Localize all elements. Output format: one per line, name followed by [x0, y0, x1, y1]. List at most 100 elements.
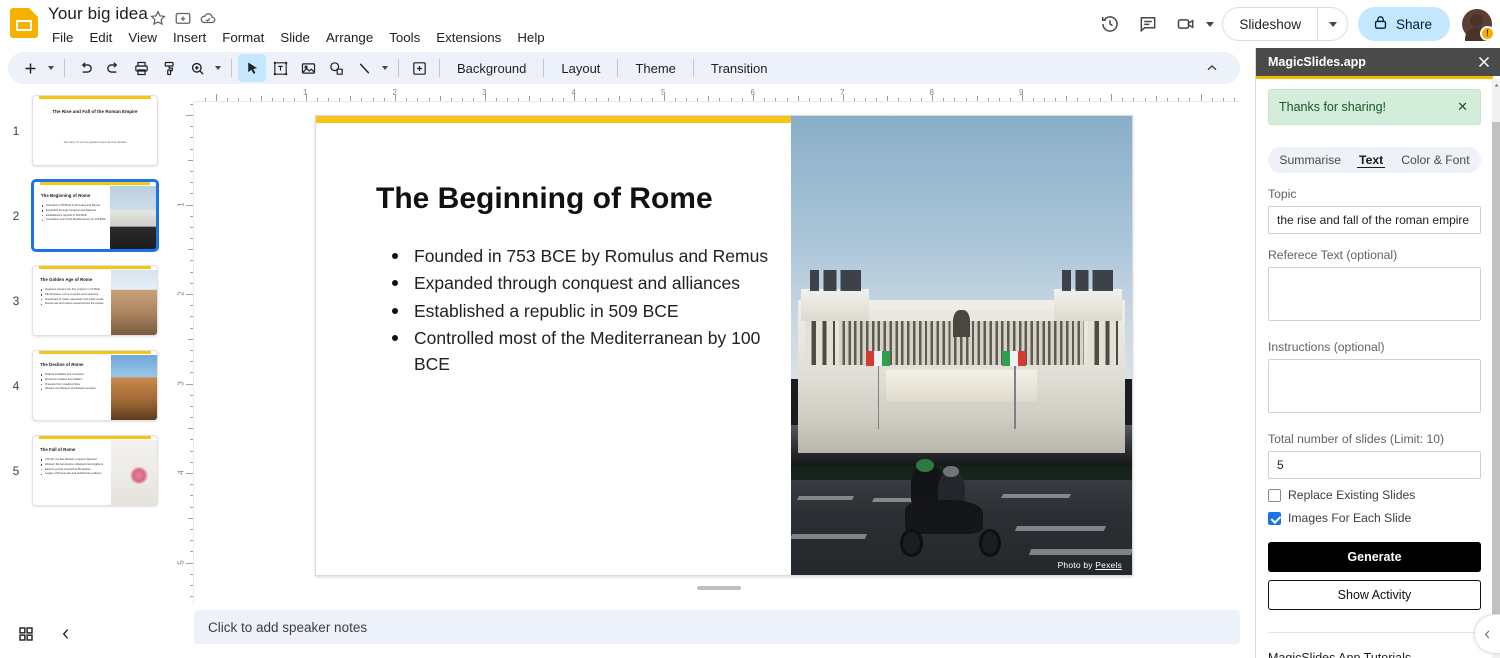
menu-extensions[interactable]: Extensions [428, 28, 509, 47]
scroll-up-arrow-icon[interactable] [1492, 79, 1500, 91]
show-activity-button[interactable]: Show Activity [1268, 580, 1481, 610]
menu-file[interactable]: File [44, 28, 81, 47]
notes-resize-handle[interactable] [697, 586, 741, 590]
slide-thumbnail-3[interactable]: The Golden Age of Rome Augustus became t… [32, 265, 158, 336]
document-title[interactable]: Your big idea [48, 4, 148, 24]
close-icon[interactable] [1475, 53, 1493, 71]
menu-arrange[interactable]: Arrange [318, 28, 381, 47]
filmstrip-row[interactable]: 3 The Golden Age of Rome Augustus became… [0, 258, 172, 343]
select-tool-button[interactable] [238, 54, 266, 82]
menu-edit[interactable]: Edit [81, 28, 120, 47]
comment-icon[interactable] [1129, 5, 1167, 43]
checkbox-replace-existing-slides[interactable]: Replace Existing Slides [1268, 488, 1481, 502]
panel-scrollbar-thumb[interactable] [1492, 122, 1500, 642]
ruler-tick [190, 227, 193, 228]
chevron-left-icon[interactable] [54, 622, 78, 646]
video-camera-icon[interactable] [1167, 5, 1205, 43]
tutorials-link[interactable]: MagicSlides App Tutorials [1268, 651, 1411, 658]
grid-view-icon[interactable] [14, 622, 38, 646]
toast-close-icon[interactable]: ✕ [1455, 99, 1470, 115]
panel-scrollbar[interactable] [1492, 79, 1500, 658]
menu-format[interactable]: Format [214, 28, 272, 47]
line-button[interactable] [350, 54, 378, 82]
line-caret-icon[interactable] [378, 54, 392, 82]
generate-button[interactable]: Generate [1268, 542, 1481, 572]
slide-count-input[interactable] [1268, 451, 1481, 479]
menu-view[interactable]: View [120, 28, 165, 47]
ruler-tick [227, 98, 228, 101]
checkbox-images-for-each-slide[interactable]: Images For Each Slide [1268, 511, 1481, 525]
cloud-saved-icon[interactable] [199, 9, 217, 27]
theme-button[interactable]: Theme [624, 56, 686, 81]
chevron-up-icon[interactable] [1196, 56, 1228, 80]
thumbnail-bullet: Established a republic in 509 BCE [42, 214, 108, 218]
move-to-folder-icon[interactable] [174, 9, 192, 27]
ruler-tick [462, 98, 463, 101]
checkbox-box[interactable] [1268, 512, 1281, 525]
instructions-input[interactable] [1268, 359, 1481, 413]
menu-tools[interactable]: Tools [381, 28, 428, 47]
ruler-tick [205, 98, 206, 101]
layout-button[interactable]: Layout [550, 56, 611, 81]
ruler-tick [719, 98, 720, 101]
ruler-tick [190, 585, 193, 586]
insert-image-button[interactable] [294, 54, 322, 82]
paint-format-button[interactable] [155, 54, 183, 82]
text-box-button[interactable] [266, 54, 294, 82]
slide-thumbnail-2[interactable]: The Beginning of Rome Founded in 753 BCE… [32, 180, 158, 251]
toast-thanks-for-sharing: Thanks for sharing! ✕ [1268, 89, 1481, 125]
shape-button[interactable] [322, 54, 350, 82]
zoom-button[interactable] [183, 54, 211, 82]
filmstrip-row[interactable]: 5 The Fall of Rome 476 CE: the last West… [0, 428, 172, 513]
redo-button[interactable] [99, 54, 127, 82]
tab-summarise[interactable]: Summarise [1277, 153, 1343, 167]
filmstrip-row[interactable]: 1 The Rise and Fall of the Roman Empire … [0, 88, 172, 173]
star-icon[interactable] [149, 9, 167, 27]
menu-slide[interactable]: Slide [272, 28, 318, 47]
thumbnail-bullet: Pax Romana: a time of peace and prosperi… [41, 293, 107, 297]
tab-text[interactable]: Text [1357, 153, 1385, 168]
print-button[interactable] [127, 54, 155, 82]
topic-input[interactable] [1268, 206, 1481, 234]
slide-photo-rome-monument[interactable]: Photo by Pexels [791, 116, 1132, 576]
new-slide-button[interactable] [16, 54, 44, 82]
background-button[interactable]: Background [446, 56, 537, 81]
ruler-tick [440, 96, 441, 101]
ruler-tick [943, 98, 944, 101]
slideshow-options-caret-icon[interactable] [1317, 7, 1347, 41]
thumbnail-bullet: Roman law and culture spread across the … [41, 302, 107, 306]
reference-text-input[interactable] [1268, 267, 1481, 321]
menu-insert[interactable]: Insert [165, 28, 214, 47]
menu-help[interactable]: Help [509, 28, 552, 47]
slide-thumbnail-4[interactable]: The Decline of Rome Political instabilit… [32, 350, 158, 421]
slideshow-button[interactable]: Slideshow [1223, 7, 1317, 41]
slide-body-text[interactable]: Founded in 753 BCE by Romulus and Remus … [378, 244, 778, 379]
share-button[interactable]: Share [1358, 7, 1450, 41]
zoom-caret-icon[interactable] [211, 54, 225, 82]
slide-title[interactable]: The Beginning of Rome [376, 182, 816, 217]
vertical-ruler[interactable]: 12345 [176, 102, 194, 604]
ruler-tick [190, 540, 193, 541]
tab-color-font[interactable]: Color & Font [1399, 153, 1471, 167]
slide-canvas-area[interactable]: The Beginning of Rome Founded in 753 BCE… [194, 102, 1240, 604]
transition-button[interactable]: Transition [700, 56, 779, 81]
slide-thumbnail-5[interactable]: The Fall of Rome 476 CE: the last Wester… [32, 435, 158, 506]
photo-right-pavilion [1054, 289, 1122, 321]
add-comment-button[interactable] [405, 54, 433, 82]
photo-credit-source[interactable]: Pexels [1095, 560, 1122, 570]
undo-button[interactable] [71, 54, 99, 82]
ruler-tick [186, 115, 193, 116]
avatar[interactable]: ! [1462, 9, 1492, 39]
current-slide[interactable]: The Beginning of Rome Founded in 753 BCE… [315, 115, 1133, 576]
new-slide-caret-icon[interactable] [44, 54, 58, 82]
speaker-notes[interactable]: Click to add speaker notes [194, 610, 1240, 644]
slide-thumbnail-1[interactable]: The Rise and Fall of the Roman Empire Th… [32, 95, 158, 166]
meet-options-caret-icon[interactable] [1206, 22, 1214, 27]
filmstrip-row[interactable]: 2 The Beginning of Rome Founded in 753 B… [0, 173, 172, 258]
magicslides-panel[interactable]: MagicSlides.app Thanks for sharing! ✕ Su… [1255, 48, 1500, 658]
history-icon[interactable] [1091, 5, 1129, 43]
filmstrip-row[interactable]: 4 The Decline of Rome Political instabil… [0, 343, 172, 428]
checkbox-box[interactable] [1268, 489, 1281, 502]
horizontal-ruler[interactable]: 123456789 [194, 88, 1240, 102]
slide-filmstrip[interactable]: 1 The Rise and Fall of the Roman Empire … [0, 88, 172, 604]
